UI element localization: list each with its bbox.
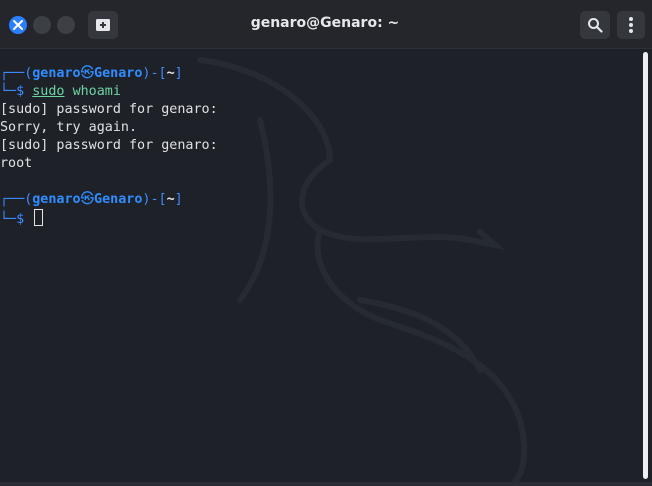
prompt-box-bottom: └─ xyxy=(0,84,17,99)
prompt-sign: $ xyxy=(16,212,25,227)
command-line: └─$ sudo whoami xyxy=(0,83,121,101)
minimize-button[interactable] xyxy=(33,16,51,34)
prompt-user: genaro xyxy=(32,192,81,207)
close-icon xyxy=(13,20,23,30)
prompt-dir: ~ xyxy=(166,66,175,81)
menu-button[interactable] xyxy=(617,11,645,39)
prompt-dir-open: [ xyxy=(158,66,167,81)
prompt-host: Genaro xyxy=(94,66,143,81)
prompt-dir-close: ] xyxy=(174,192,183,207)
output-line: [sudo] password for genaro: xyxy=(0,138,218,153)
search-icon xyxy=(588,18,603,33)
prompt-user: genaro xyxy=(32,66,81,81)
output-line: root xyxy=(0,156,33,171)
prompt-sign: $ xyxy=(16,84,25,99)
search-button[interactable] xyxy=(580,11,610,39)
prompt-dir: ~ xyxy=(166,192,175,207)
prompt-dash: - xyxy=(150,66,159,81)
output-line: [sudo] password for genaro: xyxy=(0,102,218,117)
scrollbar-thumb[interactable] xyxy=(643,52,648,479)
prompt-dir-open: [ xyxy=(158,192,167,207)
window-bottom-border xyxy=(0,482,652,486)
new-tab-icon xyxy=(96,19,110,31)
terminal-window: genaro@Genaro: ~ ┌──(genaro㉿Genaro)-[~] … xyxy=(0,0,652,486)
output-line: Sorry, try again. xyxy=(0,120,138,135)
close-button[interactable] xyxy=(9,16,27,34)
new-tab-button[interactable] xyxy=(88,11,118,39)
prompt-box-top: ┌── xyxy=(0,192,25,207)
title-bar: genaro@Genaro: ~ xyxy=(0,0,652,49)
terminal-output[interactable]: ┌──(genaro㉿Genaro)-[~] └─$ sudo whoami [… xyxy=(0,48,640,482)
prompt-at-symbol: ㉿ xyxy=(80,192,95,207)
window-title: genaro@Genaro: ~ xyxy=(250,15,400,31)
command-name: sudo xyxy=(32,84,65,99)
prompt-line: ┌──(genaro㉿Genaro)-[~] xyxy=(0,191,183,209)
prompt-host: Genaro xyxy=(94,192,143,207)
command-argument: whoami xyxy=(72,84,121,99)
prompt-dir-close: ] xyxy=(174,66,183,81)
text-cursor xyxy=(34,209,44,226)
prompt-at-symbol: ㉿ xyxy=(80,66,95,81)
kebab-menu-icon xyxy=(629,17,633,33)
prompt-line: ┌──(genaro㉿Genaro)-[~] xyxy=(0,65,183,83)
prompt-dash: - xyxy=(150,192,159,207)
prompt-box-top: ┌── xyxy=(0,66,25,81)
prompt-box-bottom: └─ xyxy=(0,212,17,227)
input-line[interactable]: └─$ xyxy=(0,209,44,227)
maximize-button[interactable] xyxy=(57,16,75,34)
